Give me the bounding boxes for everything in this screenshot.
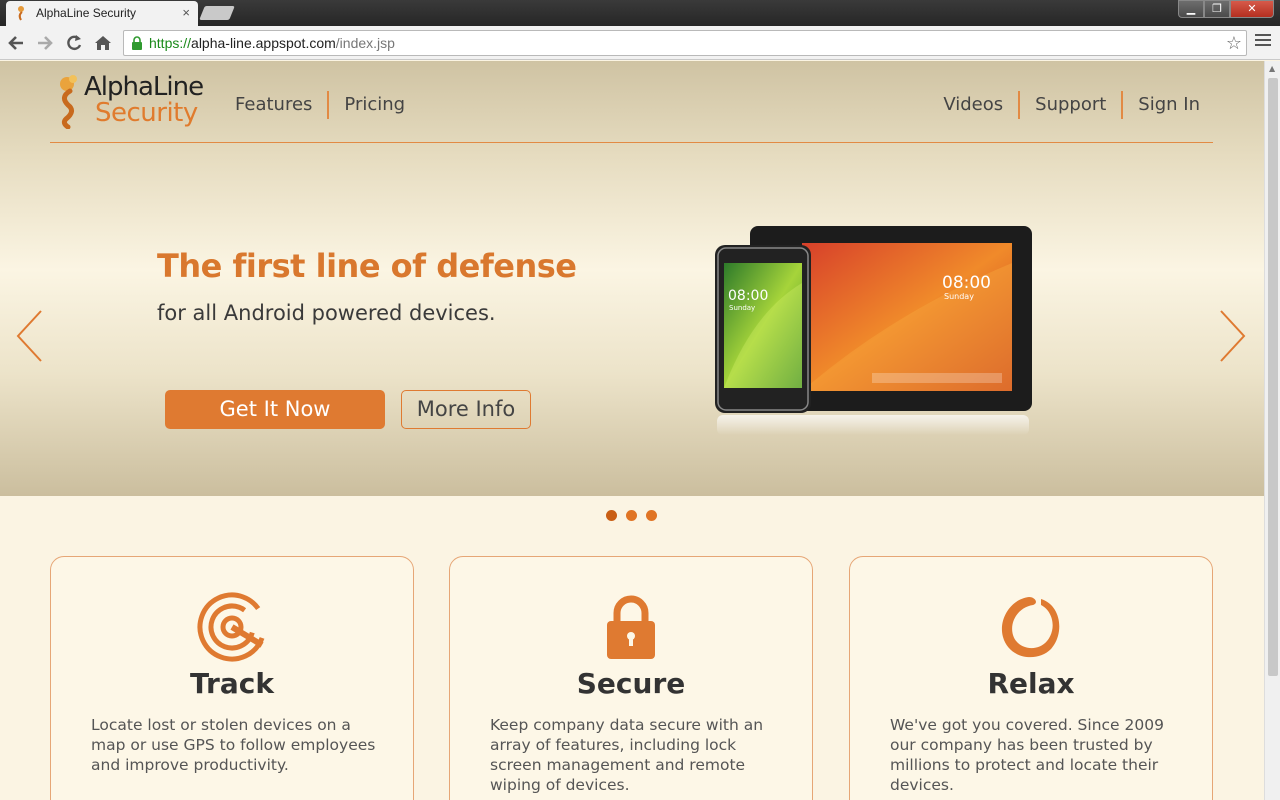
hero-section: AlphaLine Security Features Pricing Vide… [0,61,1264,496]
logo-text-security: Security [95,98,198,128]
phone-day: Sunday [729,304,755,312]
maximize-button[interactable]: ❐ [1204,0,1230,18]
phone-time: 08:00 [728,288,768,304]
tablet-day: Sunday [944,292,974,301]
browser-toolbar: https://alpha-line.appspot.com/index.jsp… [0,26,1280,60]
target-icon [197,592,267,662]
web-page: AlphaLine Security Features Pricing Vide… [0,61,1264,800]
url-path: /index.jsp [335,35,395,51]
hero-subtitle: for all Android powered devices. [157,301,496,325]
tablet-time: 08:00 [942,273,991,293]
header-divider [50,142,1213,143]
url-scheme: https:// [149,35,192,51]
carousel-indicators [606,510,666,521]
carousel-prev-arrow-icon[interactable] [14,309,44,363]
url-text: https://alpha-line.appspot.com/index.jsp [149,35,395,51]
feature-description: Keep company data secure with an array o… [490,716,764,794]
feature-title: Track [190,667,274,700]
carousel-dot[interactable] [626,510,637,521]
secure-lock-icon [132,36,142,50]
feature-title: Secure [576,667,686,700]
browser-menu-icon[interactable] [1255,34,1271,50]
minimize-button[interactable]: ▁ [1178,0,1204,18]
close-window-button[interactable]: ✕ [1230,0,1274,18]
tab-close-icon[interactable]: × [182,5,190,20]
nav-signin-link[interactable]: Sign In [1123,91,1200,119]
enso-circle-icon [1001,597,1060,658]
address-bar[interactable]: https://alpha-line.appspot.com/index.jsp… [123,30,1247,56]
nav-features-link[interactable]: Features [235,91,327,119]
nav-support-link[interactable]: Support [1020,91,1121,119]
feature-card-secure: Secure Keep company data secure with an … [449,556,813,800]
back-arrow-icon[interactable] [6,33,26,53]
url-host: alpha-line.appspot.com [191,35,336,51]
window-controls: ▁ ❐ ✕ [1178,0,1274,18]
carousel-dot[interactable] [646,510,657,521]
home-icon[interactable] [93,33,113,53]
feature-card-relax: Relax We've got you covered. Since 2009 … [849,556,1213,800]
feature-card-track: Track Locate lost or stolen devices on a… [50,556,414,800]
primary-nav: Features Pricing [235,91,405,119]
get-it-now-button[interactable]: Get It Now [165,390,385,429]
site-logo[interactable]: AlphaLine Security [56,71,206,131]
new-tab-button[interactable] [199,6,235,20]
alphaline-logo-icon [60,75,77,129]
carousel-next-arrow-icon[interactable] [1218,309,1248,363]
alphaline-favicon-icon [18,6,24,21]
browser-tab[interactable]: AlphaLine Security × [6,1,198,26]
feature-description: We've got you covered. Since 2009 our co… [890,716,1164,794]
page-scrollbar[interactable]: ▲ [1264,61,1280,800]
nav-videos-link[interactable]: Videos [943,91,1018,119]
more-info-button[interactable]: More Info [401,390,531,429]
hero-title: The first line of defense [157,247,577,285]
reload-icon[interactable] [64,33,84,53]
forward-arrow-icon[interactable] [35,33,55,53]
scroll-up-arrow-icon[interactable]: ▲ [1269,64,1275,73]
browser-titlebar: AlphaLine Security × ▁ ❐ ✕ [0,0,1280,26]
secondary-nav: Videos Support Sign In [943,91,1200,119]
feature-title: Relax [987,667,1075,700]
bookmark-star-icon[interactable]: ☆ [1226,33,1242,54]
scrollbar-thumb[interactable] [1268,78,1278,676]
tab-title: AlphaLine Security [36,6,137,20]
feature-description: Locate lost or stolen devices on a map o… [91,716,376,774]
padlock-icon [607,595,655,659]
devices-illustration: 08:00 Sunday 08:00 Sunday [715,226,1032,435]
nav-pricing-link[interactable]: Pricing [329,91,405,119]
carousel-dot[interactable] [606,510,617,521]
